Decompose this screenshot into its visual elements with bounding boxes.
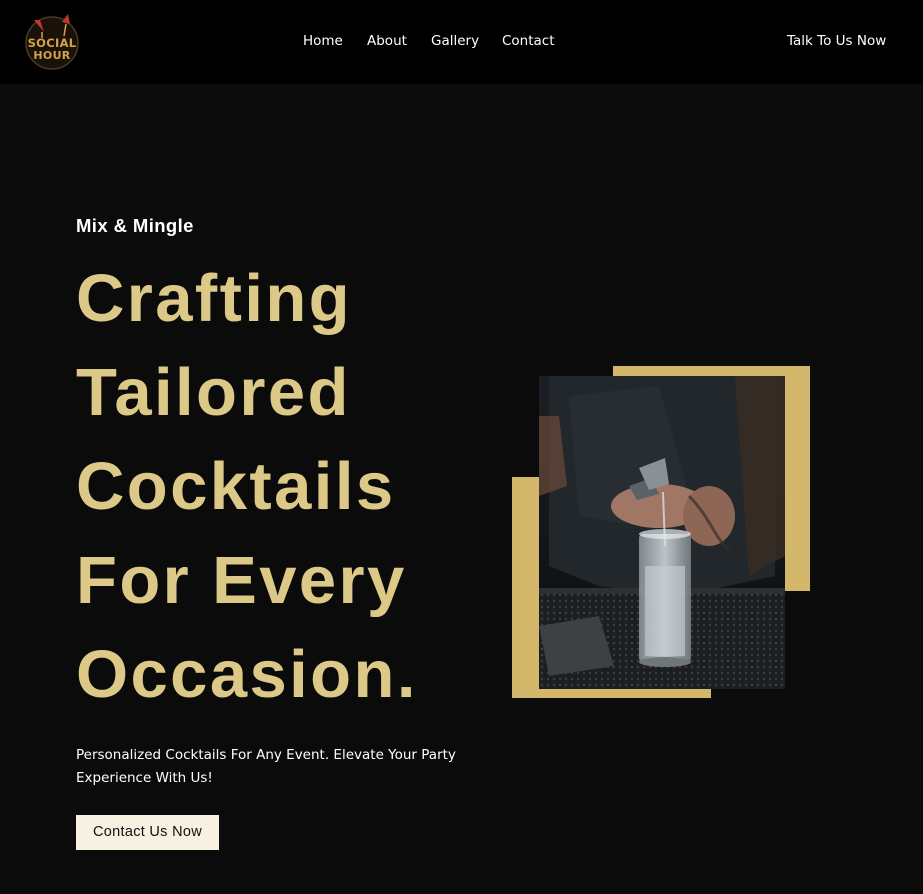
hero-headline: Crafting Tailored Cocktails For Every Oc…: [76, 252, 476, 722]
hero-description: Personalized Cocktails For Any Event. El…: [76, 747, 456, 786]
nav-link-gallery[interactable]: Gallery: [431, 32, 479, 50]
talk-to-us-link[interactable]: Talk To Us Now: [787, 32, 886, 50]
headline-line: For Every: [76, 543, 407, 618]
bartender-photo: [539, 376, 785, 689]
headline-line: Tailored: [76, 355, 351, 430]
contact-us-button[interactable]: Contact Us Now: [76, 815, 219, 850]
headline-line: Cocktails: [76, 449, 396, 524]
nav-link-home[interactable]: Home: [303, 32, 343, 50]
nav-link-about[interactable]: About: [367, 32, 407, 50]
hero-eyebrow: Mix & Mingle: [76, 215, 194, 236]
main-nav: Home About Gallery Contact Talk To Us No…: [0, 32, 923, 52]
nav-link-contact[interactable]: Contact: [502, 32, 555, 50]
headline-line: Crafting: [76, 261, 353, 336]
site-header: SOCIAL HOUR Home About Gallery Contact T…: [0, 0, 923, 84]
bartender-pouring-image: [539, 376, 785, 689]
headline-line: Occasion.: [76, 637, 418, 712]
